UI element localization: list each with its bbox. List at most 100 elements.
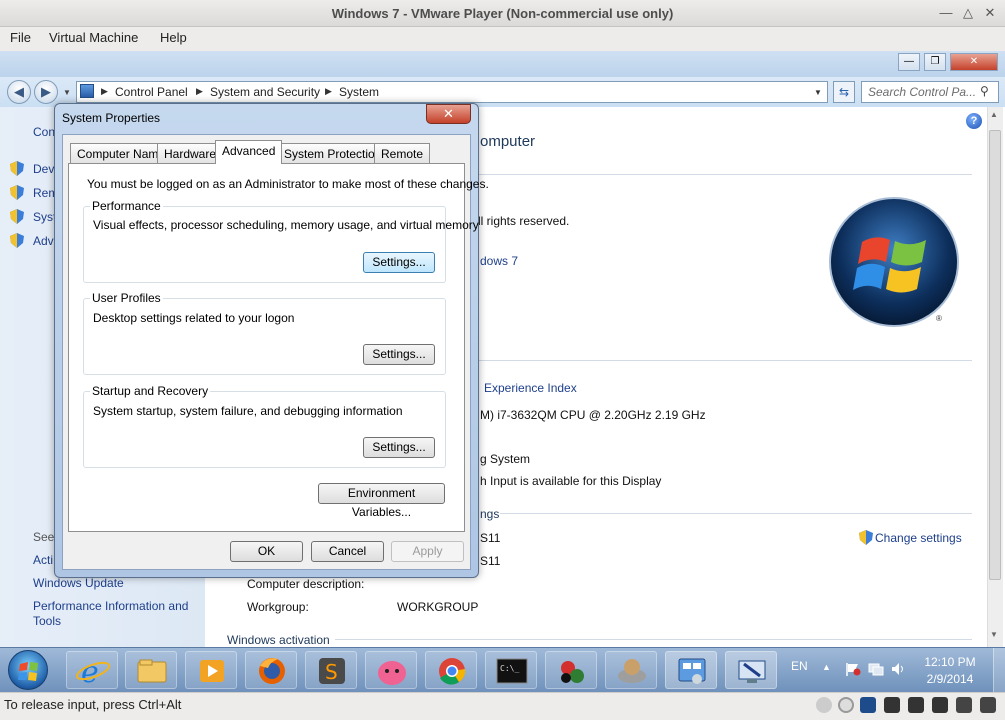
clock-time[interactable]: 12:10 PM bbox=[912, 655, 988, 669]
startup-recovery-settings-button[interactable]: Settings... bbox=[363, 437, 435, 458]
tab-advanced[interactable]: Advanced bbox=[215, 140, 283, 164]
control-panel-home-link[interactable]: Con bbox=[33, 125, 55, 139]
search-icon[interactable]: ⚲ bbox=[980, 84, 989, 98]
svg-text:C:\_: C:\_ bbox=[500, 664, 519, 673]
breadcrumb-control-panel[interactable]: Control Panel bbox=[115, 85, 188, 99]
shield-icon bbox=[859, 530, 873, 545]
taskbar-sublime-text[interactable]: S bbox=[305, 651, 357, 689]
dialog-close-icon[interactable]: ✕ bbox=[426, 104, 471, 124]
section-divider bbox=[470, 174, 972, 175]
sidebar-item-device-manager[interactable]: Dev bbox=[33, 162, 54, 176]
breadcrumb-separator-icon: ▶ bbox=[196, 86, 203, 96]
printer-icon[interactable] bbox=[956, 697, 972, 713]
see-also-windows-update[interactable]: Windows Update bbox=[33, 576, 124, 590]
edition-link[interactable]: dows 7 bbox=[480, 254, 518, 268]
breadcrumb-separator-icon: ▶ bbox=[325, 86, 332, 96]
see-also-action-center[interactable]: Acti bbox=[33, 553, 53, 567]
usb-device-icon[interactable] bbox=[908, 697, 924, 713]
scrollbar-thumb[interactable] bbox=[989, 130, 1001, 580]
taskbar-network-app[interactable] bbox=[545, 651, 597, 689]
breadcrumb-separator-icon: ▶ bbox=[101, 86, 108, 96]
minimize-icon[interactable]: — bbox=[938, 5, 954, 21]
taskbar-command-prompt[interactable]: C:\_ bbox=[485, 651, 537, 689]
sidebar-item-system-protection[interactable]: Syst bbox=[33, 210, 56, 224]
experience-index-link[interactable]: Experience Index bbox=[484, 381, 577, 395]
breadcrumb-system-and-security[interactable]: System and Security bbox=[210, 85, 320, 99]
sidebar-item-advanced-system-settings[interactable]: Adv bbox=[33, 234, 54, 248]
performance-group-title: Performance bbox=[90, 199, 163, 213]
close-icon[interactable]: ✕ bbox=[982, 5, 998, 21]
menu-help[interactable]: Help bbox=[160, 30, 187, 45]
network-adapter-icon[interactable] bbox=[860, 697, 876, 713]
taskbar-media-player[interactable] bbox=[185, 651, 237, 689]
control-panel-icon bbox=[80, 84, 94, 98]
taskbar-chrome[interactable] bbox=[425, 651, 477, 689]
section-divider bbox=[500, 513, 972, 514]
taskbar-windows-explorer[interactable] bbox=[125, 651, 177, 689]
cancel-button[interactable]: Cancel bbox=[311, 541, 384, 562]
breadcrumb-system[interactable]: System bbox=[339, 85, 379, 99]
action-center-flag-icon[interactable] bbox=[845, 662, 861, 676]
help-icon[interactable]: ? bbox=[966, 113, 982, 129]
computer-name-value: S11 bbox=[480, 531, 501, 545]
workgroup-value: WORKGROUP bbox=[397, 600, 479, 614]
taskbar-control-panel[interactable] bbox=[665, 651, 717, 689]
scroll-up-icon[interactable]: ▲ bbox=[990, 110, 998, 119]
tab-remote[interactable]: Remote bbox=[374, 143, 431, 163]
address-bar[interactable] bbox=[76, 81, 828, 103]
environment-variables-button[interactable]: Environment Variables... bbox=[318, 483, 445, 519]
show-desktop-button[interactable] bbox=[993, 648, 1005, 692]
maximize-icon[interactable]: △ bbox=[960, 5, 976, 21]
refresh-icon[interactable]: ⇆ bbox=[833, 81, 855, 103]
back-icon[interactable]: ◀ bbox=[7, 80, 31, 104]
display-icon[interactable] bbox=[980, 697, 996, 713]
taskbar-pink-app[interactable] bbox=[365, 651, 417, 689]
taskbar-disc-app[interactable] bbox=[605, 651, 657, 689]
startup-recovery-group-title: Startup and Recovery bbox=[90, 384, 211, 398]
workgroup-label: Workgroup: bbox=[247, 600, 309, 614]
sound-card-icon[interactable] bbox=[932, 697, 948, 713]
change-settings-link[interactable]: Change settings bbox=[875, 531, 962, 545]
explorer-close-icon[interactable]: ✕ bbox=[950, 53, 998, 71]
performance-settings-button[interactable]: Settings... bbox=[363, 252, 435, 273]
pen-touch-value: h Input is available for this Display bbox=[480, 474, 662, 488]
clock-date[interactable]: 2/9/2014 bbox=[912, 672, 988, 686]
tab-system-protection[interactable]: System Protection bbox=[277, 143, 389, 163]
forward-icon[interactable]: ▶ bbox=[34, 80, 58, 104]
menu-file[interactable]: File bbox=[10, 30, 31, 45]
performance-description: Visual effects, processor scheduling, me… bbox=[93, 218, 479, 232]
vmware-status-text: To release input, press Ctrl+Alt bbox=[4, 697, 182, 712]
usb-device-icon[interactable] bbox=[884, 697, 900, 713]
explorer-restore-icon[interactable]: ❐ bbox=[924, 53, 946, 71]
hard-disk-icon[interactable] bbox=[816, 697, 832, 713]
apply-button[interactable]: Apply bbox=[391, 541, 464, 562]
computer-description-label: Computer description: bbox=[247, 577, 365, 591]
volume-icon[interactable] bbox=[891, 662, 907, 676]
language-indicator[interactable]: EN bbox=[791, 659, 808, 673]
copyright-text: ll rights reserved. bbox=[478, 214, 570, 228]
scroll-down-icon[interactable]: ▼ bbox=[990, 630, 998, 639]
see-also-performance-information[interactable]: Performance Information and Tools bbox=[33, 599, 198, 629]
dialog-title: System Properties bbox=[62, 111, 161, 125]
user-profiles-settings-button[interactable]: Settings... bbox=[363, 344, 435, 365]
cd-drive-icon[interactable] bbox=[838, 697, 854, 713]
user-profiles-description: Desktop settings related to your logon bbox=[93, 311, 295, 325]
ok-button[interactable]: OK bbox=[230, 541, 303, 562]
processor-value: M) i7-3632QM CPU @ 2.20GHz 2.19 GHz bbox=[480, 408, 706, 422]
network-icon[interactable] bbox=[868, 662, 884, 676]
shield-icon bbox=[10, 209, 24, 224]
svg-text:e: e bbox=[81, 655, 99, 690]
taskbar-system-properties[interactable] bbox=[725, 651, 777, 689]
computer-name-section-header: ngs bbox=[480, 507, 500, 521]
windows-activation-header: Windows activation bbox=[227, 633, 330, 647]
recent-pages-chevron-icon[interactable]: ▼ bbox=[63, 88, 71, 97]
taskbar-internet-explorer[interactable]: e bbox=[66, 651, 118, 690]
section-divider bbox=[470, 360, 972, 361]
show-hidden-icons-icon[interactable]: ▲ bbox=[822, 662, 831, 672]
tab-hardware[interactable]: Hardware bbox=[157, 143, 224, 163]
start-button[interactable] bbox=[8, 650, 48, 690]
explorer-minimize-icon[interactable]: — bbox=[898, 53, 920, 71]
address-dropdown-chevron-down-icon[interactable]: ▼ bbox=[814, 88, 822, 97]
menu-virtual-machine[interactable]: Virtual Machine bbox=[49, 30, 138, 45]
taskbar-firefox[interactable] bbox=[245, 651, 297, 689]
